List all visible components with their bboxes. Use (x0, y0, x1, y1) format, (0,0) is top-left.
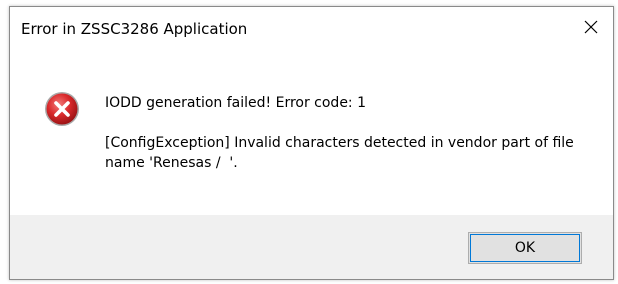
error-detail: [ConfigException] Invalid characters det… (105, 135, 579, 171)
error-summary: IODD generation failed! Error code: 1 (105, 95, 367, 111)
error-dialog: Error in ZSSC3286 Application IODD gener… (9, 6, 614, 280)
close-icon (584, 20, 598, 34)
title-bar: Error in ZSSC3286 Application (10, 7, 613, 51)
ok-button[interactable]: OK (468, 232, 582, 264)
error-icon (45, 92, 79, 126)
button-bar: OK (10, 215, 613, 279)
close-button[interactable] (569, 7, 613, 47)
window-title: Error in ZSSC3286 Application (21, 20, 248, 38)
dialog-content: IODD generation failed! Error code: 1 [C… (10, 51, 613, 215)
error-message: IODD generation failed! Error code: 1 [C… (105, 93, 575, 173)
